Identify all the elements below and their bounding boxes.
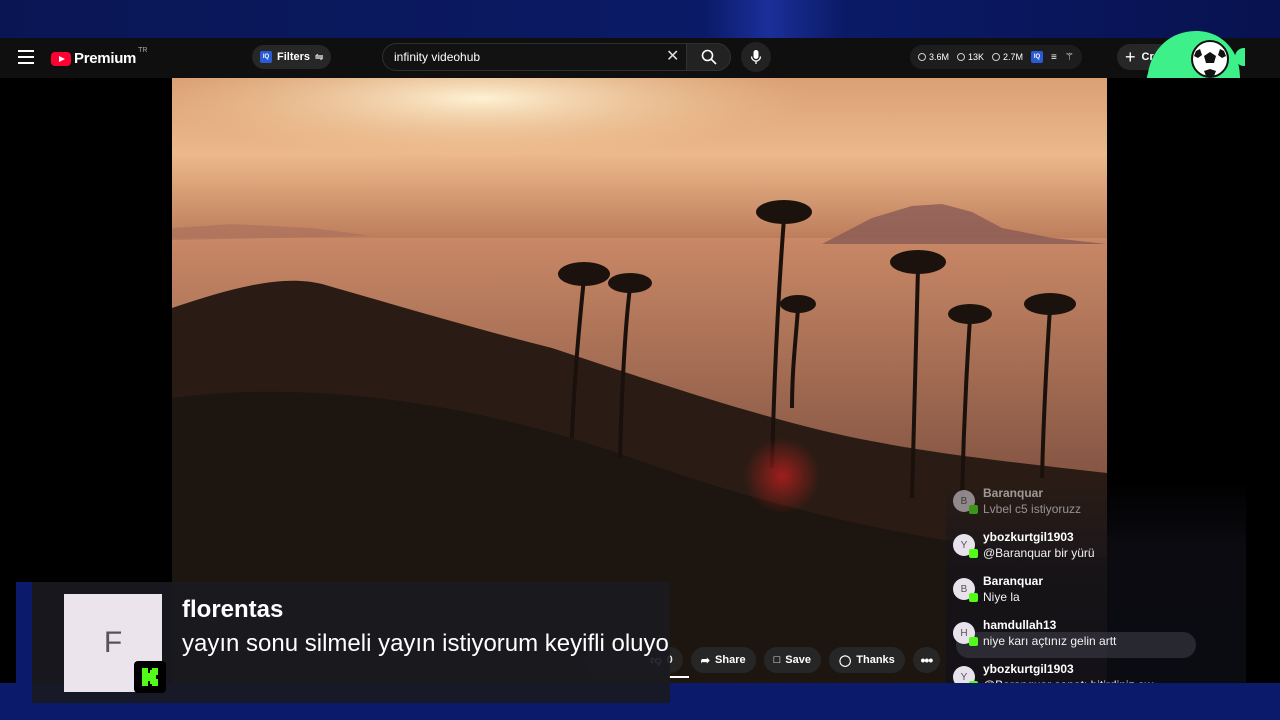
thanks-button[interactable]: ◯ Thanks: [828, 647, 905, 673]
vidiq-stats: 3.6M 13K 2.7M IQ ≡ ⚚: [910, 45, 1082, 69]
youtube-play-icon: [51, 51, 71, 66]
stat-watch-time: 3.6M: [929, 52, 950, 62]
chat-username: Baranquar: [983, 486, 1044, 500]
youtube-premium-logo[interactable]: Premium TR: [51, 47, 148, 67]
share-label: Share: [715, 654, 746, 666]
alert-username: florentas: [182, 596, 284, 623]
chat-overlay: B Baranquar Lvbel c5 istiyoruzz Y ybozkur…: [946, 480, 1246, 702]
share-icon: ➦: [700, 654, 711, 667]
logo-text: Premium: [74, 50, 137, 67]
youtube-header: Premium TR IQ Filters ⇋ infinity videohu…: [0, 38, 1280, 78]
search-input[interactable]: infinity videohub: [382, 43, 686, 71]
voice-search-button[interactable]: [741, 42, 771, 72]
kick-logo-icon: [134, 661, 166, 693]
views-icon: [992, 53, 1001, 61]
bookmark-icon: □: [773, 654, 781, 666]
chat-text: Niye la: [983, 590, 1020, 604]
chat-message: H hamdullah13 niye karı açtınız gelin art…: [953, 617, 1116, 649]
kick-badge-icon: [969, 549, 978, 558]
sliders-icon: ⇋: [315, 51, 324, 63]
progress-indicator: [669, 676, 689, 678]
chat-text: niye karı açtınız gelin artt: [983, 634, 1117, 648]
stat-item: 2.7M: [992, 52, 1023, 62]
search-button[interactable]: [686, 43, 731, 71]
chat-username: ybozkurtgil1903: [983, 662, 1074, 676]
avatar-initial: H: [960, 627, 968, 639]
list-icon[interactable]: ≡: [1051, 52, 1057, 63]
avatar: H: [953, 622, 978, 646]
chat-username: Baranquar: [983, 574, 1044, 588]
achievement-icon[interactable]: ⚚: [1065, 52, 1074, 63]
stat-item: 13K: [957, 52, 984, 62]
logo-region: TR: [138, 47, 148, 54]
filters-label: Filters: [277, 51, 311, 63]
avatar-initial: B: [960, 495, 968, 507]
vidiq-icon[interactable]: IQ: [1031, 51, 1044, 63]
filters-button[interactable]: IQ Filters ⇋: [252, 45, 332, 69]
chat-username: ybozkurtgil1903: [983, 530, 1074, 544]
stat-views: 13K: [968, 52, 985, 62]
avatar-initial: B: [960, 583, 968, 595]
stat-subs: 2.7M: [1003, 52, 1024, 62]
chat-highlight-alert: F florentas yayın sonu silmeli yayın ist…: [16, 582, 670, 703]
share-button[interactable]: ➦ Share: [690, 647, 756, 673]
save-label: Save: [785, 654, 811, 666]
close-icon[interactable]: ✕: [666, 48, 679, 66]
chat-username: hamdullah13: [983, 618, 1057, 632]
more-icon: •••: [920, 652, 934, 668]
alert-message: yayın sonu silmeli yayın istiyorum keyif…: [182, 630, 669, 657]
avatar-initial: Y: [960, 671, 968, 683]
more-actions-button[interactable]: •••: [912, 647, 940, 673]
chat-message: B Baranquar Lvbel c5 istiyoruzz: [953, 485, 1081, 517]
vidiq-icon: IQ: [260, 51, 272, 63]
clock-icon: [918, 53, 926, 61]
chat-text: @Baranquar bir yürü: [983, 546, 1095, 560]
chat-message: B Baranquar Niye la: [953, 573, 1043, 605]
eye-icon: [957, 53, 966, 61]
stream-frame-top: [0, 0, 1280, 38]
chat-message: Y ybozkurtgil1903 @Baranquar bir yürü: [953, 529, 1095, 561]
kick-badge-icon: [969, 505, 978, 514]
kick-badge-icon: [969, 637, 978, 646]
avatar: Y: [953, 534, 978, 558]
search-value: infinity videohub: [394, 50, 481, 64]
thanks-label: Thanks: [856, 654, 895, 666]
microphone-icon: [750, 50, 762, 64]
thanks-icon: ◯: [838, 654, 852, 667]
save-button[interactable]: □ Save: [763, 647, 821, 673]
menu-icon[interactable]: [18, 50, 34, 64]
avatar: B: [953, 578, 978, 602]
avatar-initial: F: [103, 626, 123, 659]
avatar-initial: Y: [960, 539, 968, 551]
chat-text: Lvbel c5 istiyoruzz: [983, 502, 1082, 516]
stat-item: 3.6M: [918, 52, 949, 62]
plus-icon: +: [1125, 47, 1136, 67]
kick-badge-icon: [969, 593, 978, 602]
search-icon: [701, 49, 717, 65]
avatar: B: [953, 490, 978, 514]
